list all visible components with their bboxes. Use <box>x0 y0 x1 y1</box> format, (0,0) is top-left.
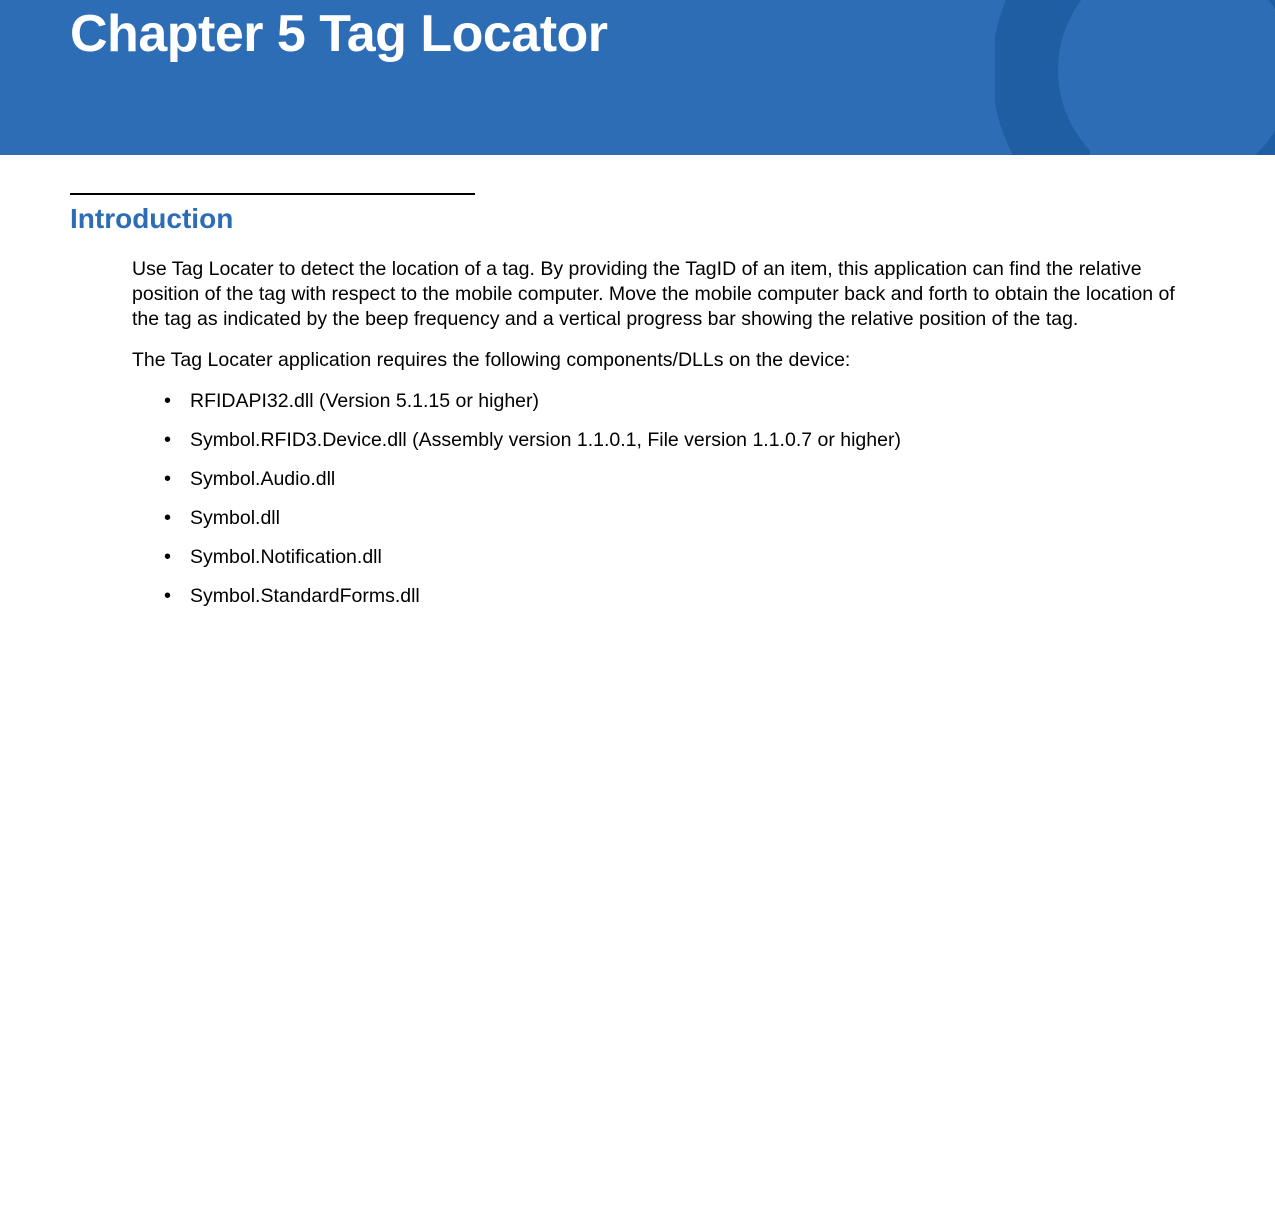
list-item: Symbol.RFID3.Device.dll (Assembly versio… <box>164 428 1185 453</box>
body-text: Use Tag Locater to detect the location o… <box>132 257 1185 609</box>
content-area: Introduction Use Tag Locater to detect t… <box>0 155 1275 609</box>
list-item: Symbol.Audio.dll <box>164 467 1185 492</box>
chapter-banner: Chapter 5 Tag Locator <box>0 0 1275 155</box>
section-heading-rule: Introduction <box>70 193 475 235</box>
list-item: Symbol.Notification.dll <box>164 545 1185 570</box>
intro-paragraph-1: Use Tag Locater to detect the location o… <box>132 257 1185 332</box>
intro-paragraph-2: The Tag Locater application requires the… <box>132 348 1185 373</box>
list-item: Symbol.dll <box>164 506 1185 531</box>
chapter-title: Chapter 5 Tag Locator <box>70 0 1205 64</box>
requirements-list: RFIDAPI32.dll (Version 5.1.15 or higher)… <box>164 389 1185 609</box>
list-item: RFIDAPI32.dll (Version 5.1.15 or higher) <box>164 389 1185 414</box>
list-item: Symbol.StandardForms.dll <box>164 584 1185 609</box>
section-heading: Introduction <box>70 203 475 235</box>
